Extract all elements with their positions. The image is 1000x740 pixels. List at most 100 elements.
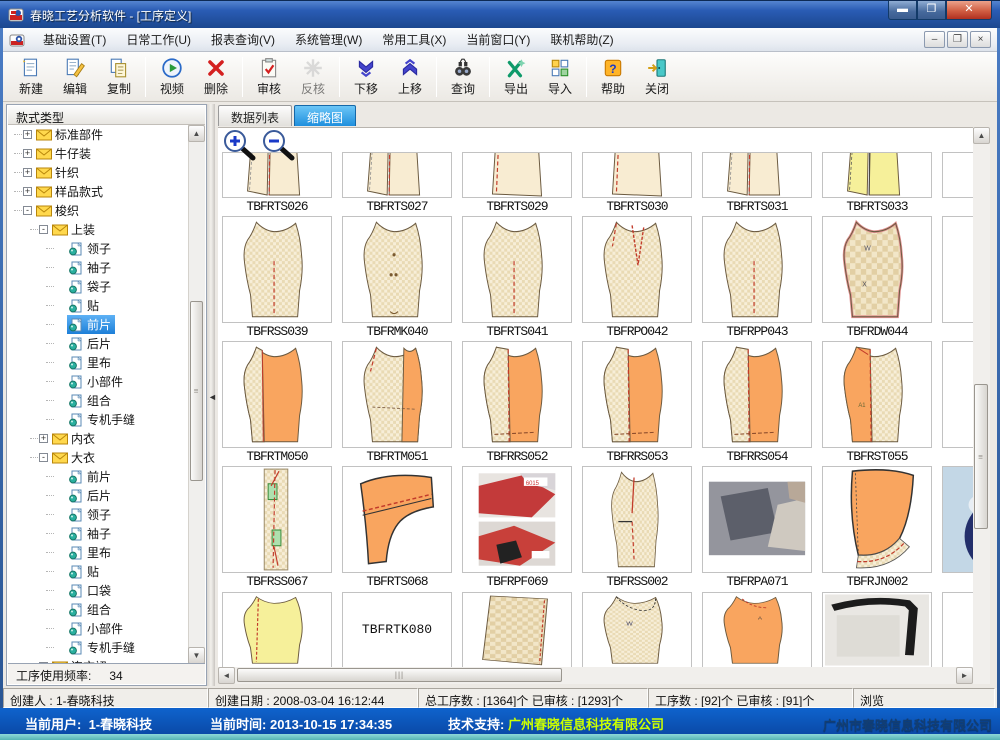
thumbnail-TBFRRS053[interactable] (582, 341, 692, 448)
thumbnail-TBFRJN002[interactable] (822, 466, 932, 573)
thumbnail-r0c6[interactable] (942, 152, 973, 198)
thumbnail-TBFRTS027[interactable] (342, 152, 452, 198)
thumbnail-r4c5[interactable] (822, 592, 932, 667)
tree-item-后片[interactable]: 后片 (8, 486, 190, 505)
toolbar-button-edit[interactable]: 编辑 (53, 54, 97, 100)
thumbnail-TBFRDW044[interactable]: WX (822, 216, 932, 323)
maximize-button[interactable]: ❐ (917, 1, 946, 20)
tree-item-前片[interactable]: 前片 (8, 315, 190, 334)
tree-item-前片[interactable]: 前片 (8, 467, 190, 486)
tree-item-内衣[interactable]: +内衣 (8, 429, 190, 448)
tree-scroll-up-icon[interactable]: ▲ (188, 125, 205, 142)
vertical-scroll-thumb[interactable]: ≡ (974, 384, 988, 529)
panel-splitter[interactable]: ◄ (207, 104, 215, 686)
menu-item-4[interactable]: 常用工具(X) (372, 27, 456, 52)
toolbar-button-find[interactable]: 查询 (441, 54, 485, 100)
toolbar-button-delete[interactable]: 删除 (194, 54, 238, 100)
toolbar-button-copy[interactable]: 复制 (97, 54, 141, 100)
tree-item-专机手缝[interactable]: 专机手缝 (8, 410, 190, 429)
menu-item-6[interactable]: 联机帮助(Z) (540, 27, 623, 52)
tree-scrollbar[interactable]: ▲ ≡ ▼ (188, 125, 205, 664)
toolbar-button-close[interactable]: 关闭 (635, 54, 679, 100)
toolbar-button-new[interactable]: 新建 (9, 54, 53, 100)
thumbnail-r4c3[interactable]: W (582, 592, 692, 667)
mdi-restore-button[interactable]: ❐ (947, 31, 968, 48)
thumbnail-TBFRTS031[interactable] (702, 152, 812, 198)
collapse-toggle-icon[interactable]: - (23, 206, 32, 215)
menu-item-5[interactable]: 当前窗口(Y) (456, 27, 540, 52)
thumbnail-TBFRPF069[interactable]: 6015 (462, 466, 572, 573)
toolbar-button-down[interactable]: 下移 (344, 54, 388, 100)
tree-item-小部件[interactable]: 小部件 (8, 372, 190, 391)
tree-item-后片[interactable]: 后片 (8, 334, 190, 353)
thumbnail-TBFRMK040[interactable] (342, 216, 452, 323)
tree-scroll-down-icon[interactable]: ▼ (188, 647, 205, 664)
tree-item-样品款式[interactable]: +样品款式 (8, 182, 190, 201)
thumbnail-TBFRRS054[interactable] (702, 341, 812, 448)
menu-item-0[interactable]: 基础设置(T) (33, 27, 116, 52)
thumbnail-r3c6[interactable] (942, 466, 973, 573)
thumbnail-TBFRPO042[interactable] (582, 216, 692, 323)
thumbnail-TBFRPP043[interactable] (702, 216, 812, 323)
menu-item-1[interactable]: 日常工作(U) (116, 27, 201, 52)
tree-item-里布[interactable]: 里布 (8, 353, 190, 372)
thumbnail-TBFRSS002[interactable] (582, 466, 692, 573)
menu-item-3[interactable]: 系统管理(W) (285, 27, 372, 52)
vertical-scrollbar[interactable]: ▲ ≡ ▼ (973, 127, 990, 684)
thumbnail-r4c2[interactable] (462, 592, 572, 667)
mdi-minimize-button[interactable]: – (924, 31, 945, 48)
tree-item-组合[interactable]: 组合 (8, 391, 190, 410)
tree-item-牛仔装[interactable]: +牛仔装 (8, 144, 190, 163)
thumbnail-TBFRTK080[interactable]: TBFRTK080 (342, 592, 452, 667)
mdi-close-button[interactable]: × (970, 31, 991, 48)
expand-toggle-icon[interactable]: + (23, 187, 32, 196)
toolbar-button-video[interactable]: 视频 (150, 54, 194, 100)
thumbnail-r4c6[interactable] (942, 592, 973, 667)
tree-item-针织[interactable]: +针织 (8, 163, 190, 182)
expand-toggle-icon[interactable]: + (23, 168, 32, 177)
menu-item-2[interactable]: 报表查询(V) (201, 27, 285, 52)
tree-item-贴[interactable]: 贴 (8, 562, 190, 581)
tree-item-袖子[interactable]: 袖子 (8, 258, 190, 277)
scroll-up-icon[interactable]: ▲ (973, 127, 990, 144)
thumbnail-TBFRPA071[interactable] (702, 466, 812, 573)
thumbnail-TBFRST055[interactable]: A1 (822, 341, 932, 448)
tree-item-袖子[interactable]: 袖子 (8, 524, 190, 543)
tree-item-小部件[interactable]: 小部件 (8, 619, 190, 638)
tree-item-袋子[interactable]: 袋子 (8, 277, 190, 296)
zoom-in-icon[interactable] (222, 129, 256, 163)
zoom-out-icon[interactable] (261, 129, 295, 163)
close-button[interactable]: ✕ (946, 1, 992, 20)
thumbnail-TBFRRS052[interactable] (462, 341, 572, 448)
tree-item-口袋[interactable]: 口袋 (8, 581, 190, 600)
tree-item-大衣[interactable]: -大衣 (8, 448, 190, 467)
tree-item-上装[interactable]: -上装 (8, 220, 190, 239)
horizontal-scrollbar[interactable]: ◄ ||| ► (218, 667, 973, 684)
collapse-toggle-icon[interactable]: - (39, 453, 48, 462)
tab-data-list[interactable]: 数据列表 (218, 105, 292, 126)
tree-item-专机手缝[interactable]: 专机手缝 (8, 638, 190, 657)
thumbnail-r2c6[interactable] (942, 341, 973, 448)
toolbar-button-help[interactable]: ?帮助 (591, 54, 635, 100)
thumbnail-TBFRTS029[interactable] (462, 152, 572, 198)
thumbnail-r4c0[interactable] (222, 592, 332, 667)
collapse-toggle-icon[interactable]: - (39, 225, 48, 234)
toolbar-button-up[interactable]: 上移 (388, 54, 432, 100)
expand-toggle-icon[interactable]: + (23, 149, 32, 158)
tree-scroll-thumb[interactable]: ≡ (190, 301, 203, 481)
tab-thumbnail[interactable]: 缩略图 (294, 105, 356, 126)
thumbnail-TBFRTS030[interactable] (582, 152, 692, 198)
minimize-button[interactable]: ▬ (888, 1, 917, 20)
tree-item-贴[interactable]: 贴 (8, 296, 190, 315)
thumbnail-TBFRTM051[interactable] (342, 341, 452, 448)
tree-item-领子[interactable]: 领子 (8, 239, 190, 258)
thumbnail-TBFRTM050[interactable] (222, 341, 332, 448)
expand-toggle-icon[interactable]: + (39, 434, 48, 443)
thumbnail-TBFRTS068[interactable] (342, 466, 452, 573)
thumbnail-r4c4[interactable]: A (702, 592, 812, 667)
tree-item-标准部件[interactable]: +标准部件 (8, 125, 190, 144)
thumbnail-TBFRSS067[interactable] (222, 466, 332, 573)
expand-toggle-icon[interactable]: + (23, 130, 32, 139)
scroll-left-icon[interactable]: ◄ (218, 667, 235, 684)
tree-item-梭织[interactable]: -梭织 (8, 201, 190, 220)
